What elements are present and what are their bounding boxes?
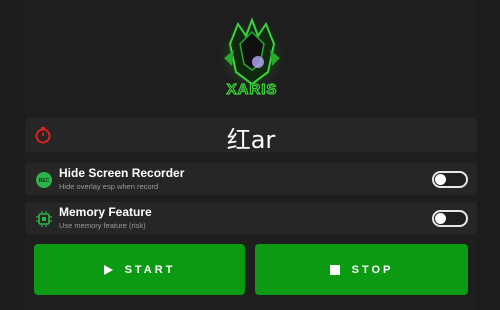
timer-row: 红ar — [25, 118, 477, 154]
hide-screen-recorder-row[interactable]: REC Hide Screen Recorder Hide overlay es… — [25, 163, 477, 195]
logo-text: XARIS — [227, 81, 278, 98]
option-subtitle: Hide overlay esp when record — [59, 182, 159, 191]
option-subtitle: Use memory feature (risk) — [59, 221, 146, 230]
memory-feature-row[interactable]: Memory Feature Use memory feature (risk) — [25, 202, 477, 234]
memory-feature-toggle[interactable] — [432, 210, 468, 227]
stop-icon — [329, 264, 340, 275]
hide-screen-recorder-toggle[interactable] — [432, 171, 468, 188]
timer-text: 红ar — [226, 126, 276, 154]
chip-icon — [35, 210, 53, 228]
play-icon — [103, 264, 113, 275]
option-title: Hide Screen Recorder — [59, 166, 185, 180]
start-label: START — [124, 263, 176, 276]
toggle-knob — [435, 213, 446, 224]
stop-button[interactable]: STOP — [255, 244, 468, 295]
app-logo: XARIS — [208, 14, 296, 102]
toggle-knob — [435, 174, 446, 185]
rec-icon: REC — [35, 171, 53, 189]
svg-text:REC: REC — [39, 178, 50, 184]
option-title: Memory Feature — [59, 205, 152, 219]
stop-label: STOP — [351, 263, 394, 276]
logo-emblem-icon: XARIS — [216, 17, 288, 99]
start-button[interactable]: START — [34, 244, 245, 295]
